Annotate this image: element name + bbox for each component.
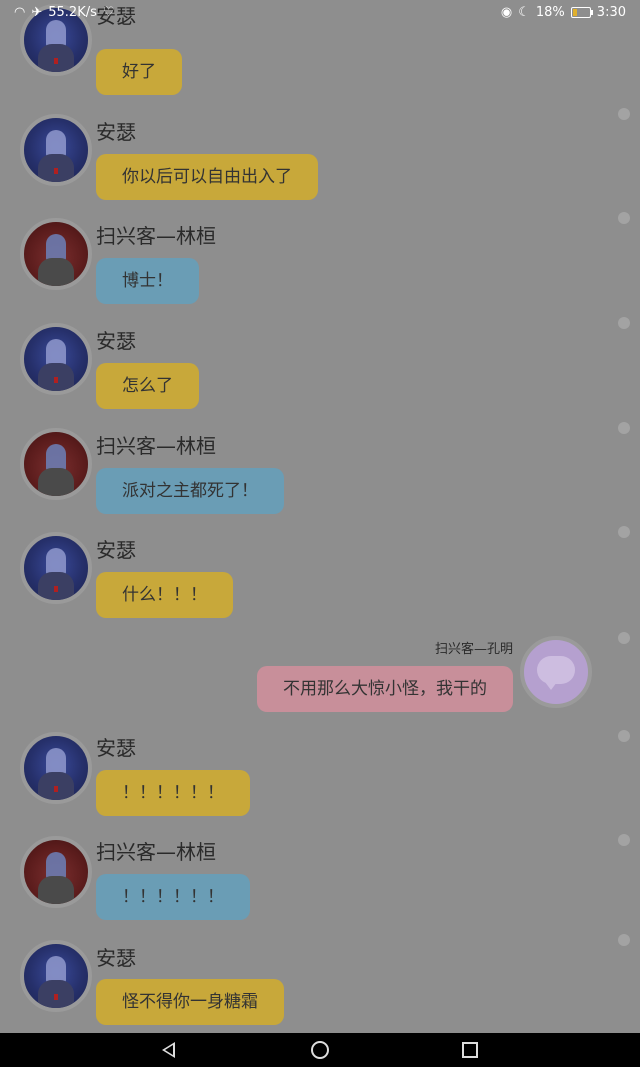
select-indicator[interactable] [618,730,630,742]
chat-message: 安瑟 怎么了 [0,313,640,413]
message-bubble[interactable]: 派对之主都死了！ [96,468,284,514]
sender-name: 扫兴客—孔明 [434,642,513,657]
chat-message: 扫兴客—林桓 派对之主都死了！ [0,418,640,518]
heart-icon: ♡ [102,5,115,20]
message-bubble[interactable]: 怪不得你一身糖霜 [96,979,284,1025]
sender-name: 扫兴客—林桓 [96,224,216,248]
home-icon[interactable] [311,1041,329,1059]
avatar[interactable] [20,836,92,908]
select-indicator[interactable] [618,422,630,434]
wifi-icon: ◠ [14,5,26,20]
chat-message: 安瑟 ！！！！！！ [0,722,640,822]
chat-message: 扫兴客—林桓 ！！！！！！ [0,826,640,926]
recents-icon[interactable] [462,1042,478,1058]
avatar[interactable] [520,636,592,708]
chat-message: 安瑟 什么！！！ [0,522,640,622]
message-bubble[interactable]: 好了 [96,49,182,95]
clock: 3:30 [596,5,626,20]
sender-name: 安瑟 [96,329,136,353]
message-bubble[interactable]: 你以后可以自由出入了 [96,154,318,200]
network-speed: 55.2K/s [48,5,97,20]
status-bar: ◠ ✈ 55.2K/s ♡ ◉ ☾ 18% 3:30 [0,0,640,26]
sender-name: 安瑟 [96,946,136,970]
chat-bubble-icon [537,656,575,690]
battery-icon [570,7,593,18]
sender-name: 扫兴客—林桓 [96,434,216,458]
back-icon[interactable] [162,1042,175,1058]
sender-name: 安瑟 [96,736,136,760]
message-bubble[interactable]: ！！！！！！ [96,874,250,920]
eye-icon: ◉ [500,5,513,20]
battery-level: 18% [535,5,565,20]
sender-name: 扫兴客—林桓 [96,840,216,864]
select-indicator[interactable] [618,834,630,846]
select-indicator[interactable] [618,526,630,538]
select-indicator[interactable] [618,317,630,329]
select-indicator[interactable] [618,632,630,644]
chat-message: 安瑟 你以后可以自由出入了 [0,104,640,204]
chat-message-self: 扫兴客—孔明 不用那么大惊小怪，我干的 [0,626,640,726]
avatar[interactable] [20,218,92,290]
avatar[interactable] [20,732,92,804]
chat-list[interactable]: 安瑟 好了 安瑟 你以后可以自由出入了 扫兴客—林桓 博士！ 安瑟 怎么了 扫兴… [0,0,640,1033]
avatar[interactable] [20,114,92,186]
chat-message: 安瑟 怪不得你一身糖霜 [0,930,640,1030]
avatar[interactable] [20,940,92,1012]
sender-name: 安瑟 [96,120,136,144]
message-bubble[interactable]: 博士！ [96,258,199,304]
select-indicator[interactable] [618,108,630,120]
message-bubble[interactable]: ！！！！！！ [96,770,250,816]
sender-name: 安瑟 [96,538,136,562]
avatar[interactable] [20,428,92,500]
navigation-bar [0,1033,640,1067]
message-bubble[interactable]: 怎么了 [96,363,199,409]
select-indicator[interactable] [618,934,630,946]
message-bubble[interactable]: 不用那么大惊小怪，我干的 [257,666,513,712]
airplane-icon: ✈ [31,5,43,20]
select-indicator[interactable] [618,212,630,224]
moon-icon: ☾ [518,5,530,20]
chat-message: 扫兴客—林桓 博士！ [0,208,640,308]
avatar[interactable] [20,532,92,604]
message-bubble[interactable]: 什么！！！ [96,572,233,618]
avatar[interactable] [20,323,92,395]
